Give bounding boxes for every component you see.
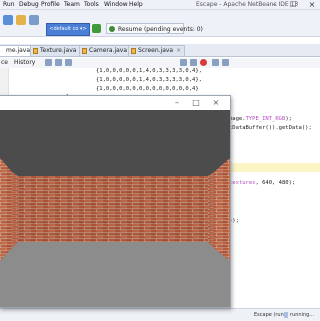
tab-label: Camera.java xyxy=(89,47,128,54)
code-line: {1,0,0,0,0,0,0,0,0,0,0,0,0,0,4} xyxy=(96,86,199,92)
save-all-icon[interactable] xyxy=(29,15,39,25)
macro-icon[interactable] xyxy=(212,59,219,66)
menu-tools[interactable]: Tools xyxy=(84,1,99,8)
progress-indicator xyxy=(284,312,288,318)
left-wall-far xyxy=(12,172,18,248)
close-icon[interactable]: × xyxy=(304,0,320,9)
menu-debug[interactable]: Debug xyxy=(19,1,39,8)
code-line: {1,0,0,0,0,0,1,4,0,3,3,3,3,0,4}, xyxy=(96,77,202,83)
right-wall-near xyxy=(214,158,230,261)
editor-tabbar: me.java× Texture.java× Camera.java× Scre… xyxy=(0,44,320,57)
game-viewport[interactable] xyxy=(0,110,230,307)
search-icon[interactable] xyxy=(65,59,72,66)
resume-icon xyxy=(109,26,115,32)
source-tab[interactable]: ce xyxy=(1,59,8,66)
tab-label: Screen.java xyxy=(138,47,174,54)
status-running: running... xyxy=(290,312,315,318)
open-project-icon[interactable] xyxy=(16,15,26,25)
code-line: textures, 640, 480); xyxy=(229,180,296,186)
history-tab[interactable]: History xyxy=(14,59,35,66)
menu-help[interactable]: Help xyxy=(129,1,143,8)
resume-label: Resume (pending events: 0) xyxy=(118,26,203,33)
find-prev-icon[interactable] xyxy=(180,59,187,66)
close-icon[interactable]: × xyxy=(210,97,222,109)
maximize-icon[interactable]: □ xyxy=(285,0,301,9)
app-window[interactable]: – □ × xyxy=(0,95,231,308)
java-file-icon xyxy=(33,48,38,54)
right-wall-far xyxy=(208,172,214,248)
resume-button[interactable]: Resume (pending events: 0) xyxy=(106,23,203,34)
maximize-icon[interactable]: □ xyxy=(190,97,202,109)
back-icon[interactable] xyxy=(45,59,52,66)
minimize-icon[interactable]: – xyxy=(266,0,282,9)
find-next-icon[interactable] xyxy=(190,59,197,66)
comment-icon[interactable] xyxy=(222,59,229,66)
current-line-highlight xyxy=(228,163,320,172)
menu-team[interactable]: Team xyxy=(64,1,80,8)
main-toolbar: <default co ▾> Resume (pending events: 0… xyxy=(0,10,320,37)
status-project: Escape (run) xyxy=(254,312,286,318)
tab-label: me.java xyxy=(6,47,31,54)
menu-window[interactable]: Window xyxy=(104,1,128,8)
minimize-icon[interactable]: – xyxy=(171,97,183,109)
new-file-icon[interactable] xyxy=(3,15,13,25)
menu-profile[interactable]: Profile xyxy=(41,1,60,8)
back-wall-shade xyxy=(18,176,208,242)
code-line: {1,0,0,0,0,0,1,4,0,3,3,3,3,0,4}, xyxy=(96,68,202,74)
run-config-select[interactable]: <default co ▾> xyxy=(46,23,90,36)
run-icon[interactable] xyxy=(92,24,101,33)
java-file-icon xyxy=(82,48,87,54)
menubar: Run Debug Profile Team Tools Window Help… xyxy=(0,0,320,10)
code-line: tDataBuffer()).getData(); xyxy=(229,125,312,131)
forward-icon[interactable] xyxy=(55,59,62,66)
tab-close-icon[interactable]: × xyxy=(176,47,181,54)
code-line: mage.TYPE_INT_RGB); xyxy=(229,116,292,122)
menu-run[interactable]: Run xyxy=(3,1,15,8)
app-titlebar[interactable]: – □ × xyxy=(0,96,230,110)
java-file-icon xyxy=(131,48,136,54)
status-bar: Escape (run) running... xyxy=(0,308,320,321)
tab-screen[interactable]: Screen.java × xyxy=(128,45,186,56)
tab-label: Texture.java xyxy=(40,47,77,54)
stop-macro-icon[interactable] xyxy=(200,59,207,66)
left-wall-near xyxy=(0,158,12,261)
window-title: Escape - Apache NetBeans IDE 13 xyxy=(196,1,299,8)
